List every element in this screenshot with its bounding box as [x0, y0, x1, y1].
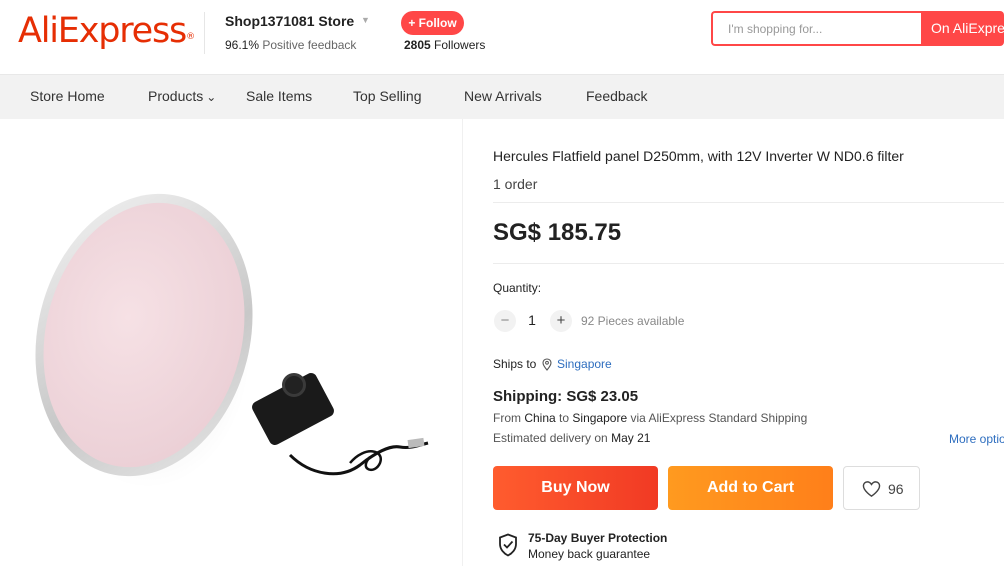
flatfield-panel-face	[16, 181, 272, 489]
store-nav: Store Home Products ⌄ Sale Items Top Sell…	[0, 75, 1004, 119]
chevron-down-icon: ⌄	[206, 90, 217, 104]
nav-feedback[interactable]: Feedback	[586, 88, 647, 104]
store-feedback: 96.1% Positive feedback	[225, 38, 356, 52]
divider	[493, 202, 1004, 203]
location-pin-icon	[542, 358, 552, 371]
ships-to-country-link[interactable]: Singapore	[557, 357, 612, 371]
aliexpress-logo[interactable]: AliExpress®	[18, 11, 195, 51]
header-divider	[204, 12, 205, 54]
image-divider	[462, 119, 463, 566]
delivery-date: May 21	[611, 431, 651, 445]
product-image[interactable]	[0, 165, 462, 525]
chevron-down-icon[interactable]: ▼	[361, 15, 370, 25]
buyer-protection-subtitle: Money back guarantee	[528, 547, 651, 561]
order-count: 1 order	[493, 176, 538, 192]
shield-check-icon	[499, 533, 517, 557]
more-options-link[interactable]: More options	[949, 432, 1004, 446]
buy-now-button[interactable]: Buy Now	[493, 466, 658, 510]
nav-top-selling[interactable]: Top Selling	[353, 88, 422, 104]
nav-store-home[interactable]: Store Home	[30, 88, 105, 104]
nav-products[interactable]: Products ⌄	[148, 88, 216, 104]
nav-sale-items[interactable]: Sale Items	[246, 88, 312, 104]
route-to: Singapore	[572, 411, 628, 425]
quantity-decrease-button[interactable]: −	[494, 310, 516, 332]
wishlist-count: 96	[888, 481, 904, 497]
logo-text: AliExpress	[18, 11, 187, 51]
follow-button[interactable]: + Follow	[401, 11, 464, 35]
search-box[interactable]	[711, 11, 921, 46]
followers-number: 2805	[404, 38, 431, 52]
registered-mark: ®	[186, 32, 195, 42]
feedback-percent: 96.1%	[225, 38, 260, 52]
quantity-value[interactable]: 1	[523, 312, 541, 328]
route-from: China	[524, 411, 556, 425]
feedback-label: Positive feedback	[262, 38, 357, 52]
ships-to-label: Ships to	[493, 357, 537, 371]
add-to-cart-button[interactable]: Add to Cart	[668, 466, 833, 510]
site-header: AliExpress® Shop1371081 Store ▼ 96.1% Po…	[0, 0, 1004, 75]
buyer-protection-title: 75-Day Buyer Protection	[528, 531, 668, 545]
shipping-route: From China to Singapore via AliExpress S…	[493, 411, 807, 425]
inverter-knob	[282, 373, 306, 397]
delivery-prefix: Estimated delivery on	[493, 431, 608, 445]
product-title: Hercules Flatfield panel D250mm, with 12…	[493, 148, 904, 164]
store-name-link[interactable]: Shop1371081 Store	[225, 13, 354, 29]
route-via: via AliExpress Standard Shipping	[630, 411, 808, 425]
route-prefix: From	[493, 411, 521, 425]
followers-label: Followers	[434, 38, 486, 52]
nav-products-label: Products	[148, 88, 204, 104]
search-input[interactable]	[713, 13, 921, 44]
product-price: SG$ 185.75	[493, 219, 622, 246]
followers-count: 2805 Followers	[404, 38, 485, 52]
nav-new-arrivals[interactable]: New Arrivals	[464, 88, 542, 104]
shipping-cost: Shipping: SG$ 23.05	[493, 388, 639, 405]
route-to-word: to	[559, 411, 570, 425]
wishlist-button[interactable]: 96	[843, 466, 920, 510]
pieces-available: 92 Pieces available	[581, 314, 685, 328]
estimated-delivery: Estimated delivery on May 21	[493, 431, 650, 445]
divider	[493, 263, 1004, 264]
quantity-increase-button[interactable]: +	[550, 310, 572, 332]
search-scope-button[interactable]: On AliExpress	[921, 11, 1004, 46]
heart-icon	[862, 481, 881, 497]
quantity-label: Quantity:	[493, 281, 542, 295]
